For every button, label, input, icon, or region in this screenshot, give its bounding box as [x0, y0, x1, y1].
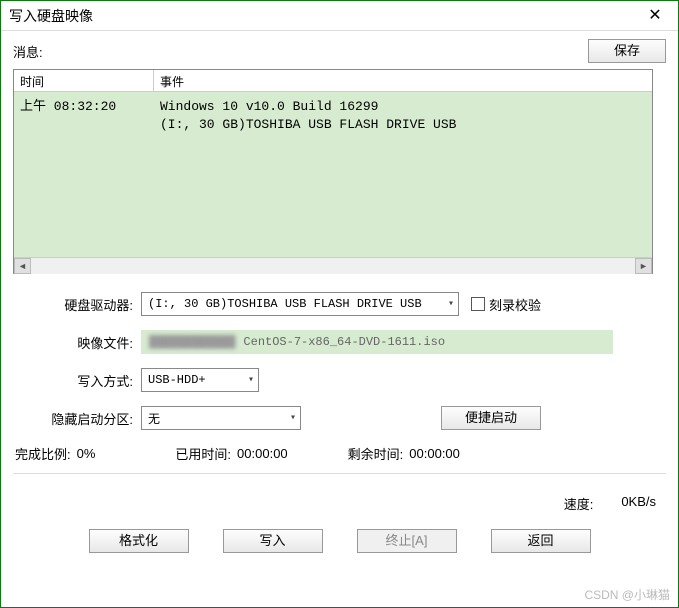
write-button[interactable]: 写入 [223, 529, 323, 553]
verify-label: 刻录校验 [489, 295, 541, 314]
log-header: 时间 事件 [14, 70, 652, 92]
drive-row: 硬盘驱动器: (I:, 30 GB)TOSHIBA USB FLASH DRIV… [21, 292, 658, 316]
speed-row: 速度: 0KB/s [13, 494, 656, 513]
horizontal-scrollbar[interactable]: ◄ ► [14, 257, 652, 274]
log-table: 时间 事件 上午 08:32:20 Windows 10 v10.0 Build… [13, 69, 653, 274]
remaining-value: 00:00:00 [409, 446, 460, 461]
scroll-right-icon[interactable]: ► [635, 258, 652, 274]
hidden-partition-label: 隐藏启动分区: [21, 409, 141, 428]
dialog-content: 消息: 保存 时间 事件 上午 08:32:20 Windows 10 v10.… [1, 31, 678, 553]
close-icon[interactable]: ✕ [640, 1, 670, 31]
log-header-event[interactable]: 事件 [154, 70, 652, 91]
fields-area: 硬盘驱动器: (I:, 30 GB)TOSHIBA USB FLASH DRIV… [21, 292, 658, 430]
log-cell: (I:, 30 GB)TOSHIBA USB FLASH DRIVE USB [160, 116, 646, 134]
title-bar: 写入硬盘映像 ✕ [1, 1, 678, 31]
drive-value: (I:, 30 GB)TOSHIBA USB FLASH DRIVE USB [148, 297, 422, 311]
back-button[interactable]: 返回 [491, 529, 591, 553]
log-event-column: Windows 10 v10.0 Build 16299 (I:, 30 GB)… [154, 96, 652, 257]
quick-boot-button[interactable]: 便捷启动 [441, 406, 541, 430]
log-time-column: 上午 08:32:20 [14, 96, 154, 257]
remaining-label: 剩余时间: [348, 444, 404, 463]
complete-label: 完成比例: [15, 444, 71, 463]
write-mode-value: USB-HDD+ [148, 373, 206, 387]
log-body: 上午 08:32:20 Windows 10 v10.0 Build 16299… [14, 92, 652, 257]
write-mode-row: 写入方式: USB-HDD+ ▾ [21, 368, 658, 392]
message-label: 消息: [13, 42, 43, 61]
elapsed-label: 已用时间: [175, 444, 231, 463]
dialog-window: 写入硬盘映像 ✕ 消息: 保存 时间 事件 上午 08:32:20 Window… [0, 0, 679, 608]
chevron-down-icon: ▾ [448, 298, 454, 310]
write-mode-select[interactable]: USB-HDD+ ▾ [141, 368, 259, 392]
window-title: 写入硬盘映像 [9, 1, 93, 31]
image-path-value: CentOS-7-x86_64-DVD-1611.iso [235, 335, 445, 349]
image-row: 映像文件: ████████████ CentOS-7-x86_64-DVD-1… [21, 330, 658, 354]
drive-select[interactable]: (I:, 30 GB)TOSHIBA USB FLASH DRIVE USB ▾ [141, 292, 459, 316]
format-button[interactable]: 格式化 [89, 529, 189, 553]
image-label: 映像文件: [21, 333, 141, 352]
hidden-partition-row: 隐藏启动分区: 无 ▾ 便捷启动 [21, 406, 658, 430]
button-bar: 格式化 写入 终止[A] 返回 [13, 529, 666, 553]
log-cell: 上午 08:32:20 [20, 98, 148, 116]
elapsed-value: 00:00:00 [237, 446, 288, 461]
speed-value: 0KB/s [621, 494, 656, 513]
write-mode-label: 写入方式: [21, 371, 141, 390]
terminate-button: 终止[A] [357, 529, 457, 553]
chevron-down-icon: ▾ [290, 412, 296, 424]
divider [13, 473, 666, 474]
verify-checkbox[interactable]: 刻录校验 [471, 295, 541, 314]
hidden-partition-select[interactable]: 无 ▾ [141, 406, 301, 430]
progress-stats: 完成比例: 0% 已用时间: 00:00:00 剩余时间: 00:00:00 [15, 444, 664, 463]
complete-value: 0% [77, 446, 96, 461]
save-button[interactable]: 保存 [588, 39, 666, 63]
speed-label: 速度: [564, 494, 594, 513]
image-path-prefix: ████████████ [141, 335, 235, 349]
log-cell: Windows 10 v10.0 Build 16299 [160, 98, 646, 116]
drive-label: 硬盘驱动器: [21, 295, 141, 314]
log-header-time[interactable]: 时间 [14, 70, 154, 91]
scroll-left-icon[interactable]: ◄ [14, 258, 31, 274]
hidden-partition-value: 无 [148, 410, 160, 427]
checkbox-icon [471, 297, 485, 311]
watermark: CSDN @小琳猫 [584, 586, 670, 603]
image-path-field[interactable]: ████████████ CentOS-7-x86_64-DVD-1611.is… [141, 330, 613, 354]
chevron-down-icon: ▾ [248, 374, 254, 386]
message-row: 消息: 保存 [13, 39, 666, 63]
